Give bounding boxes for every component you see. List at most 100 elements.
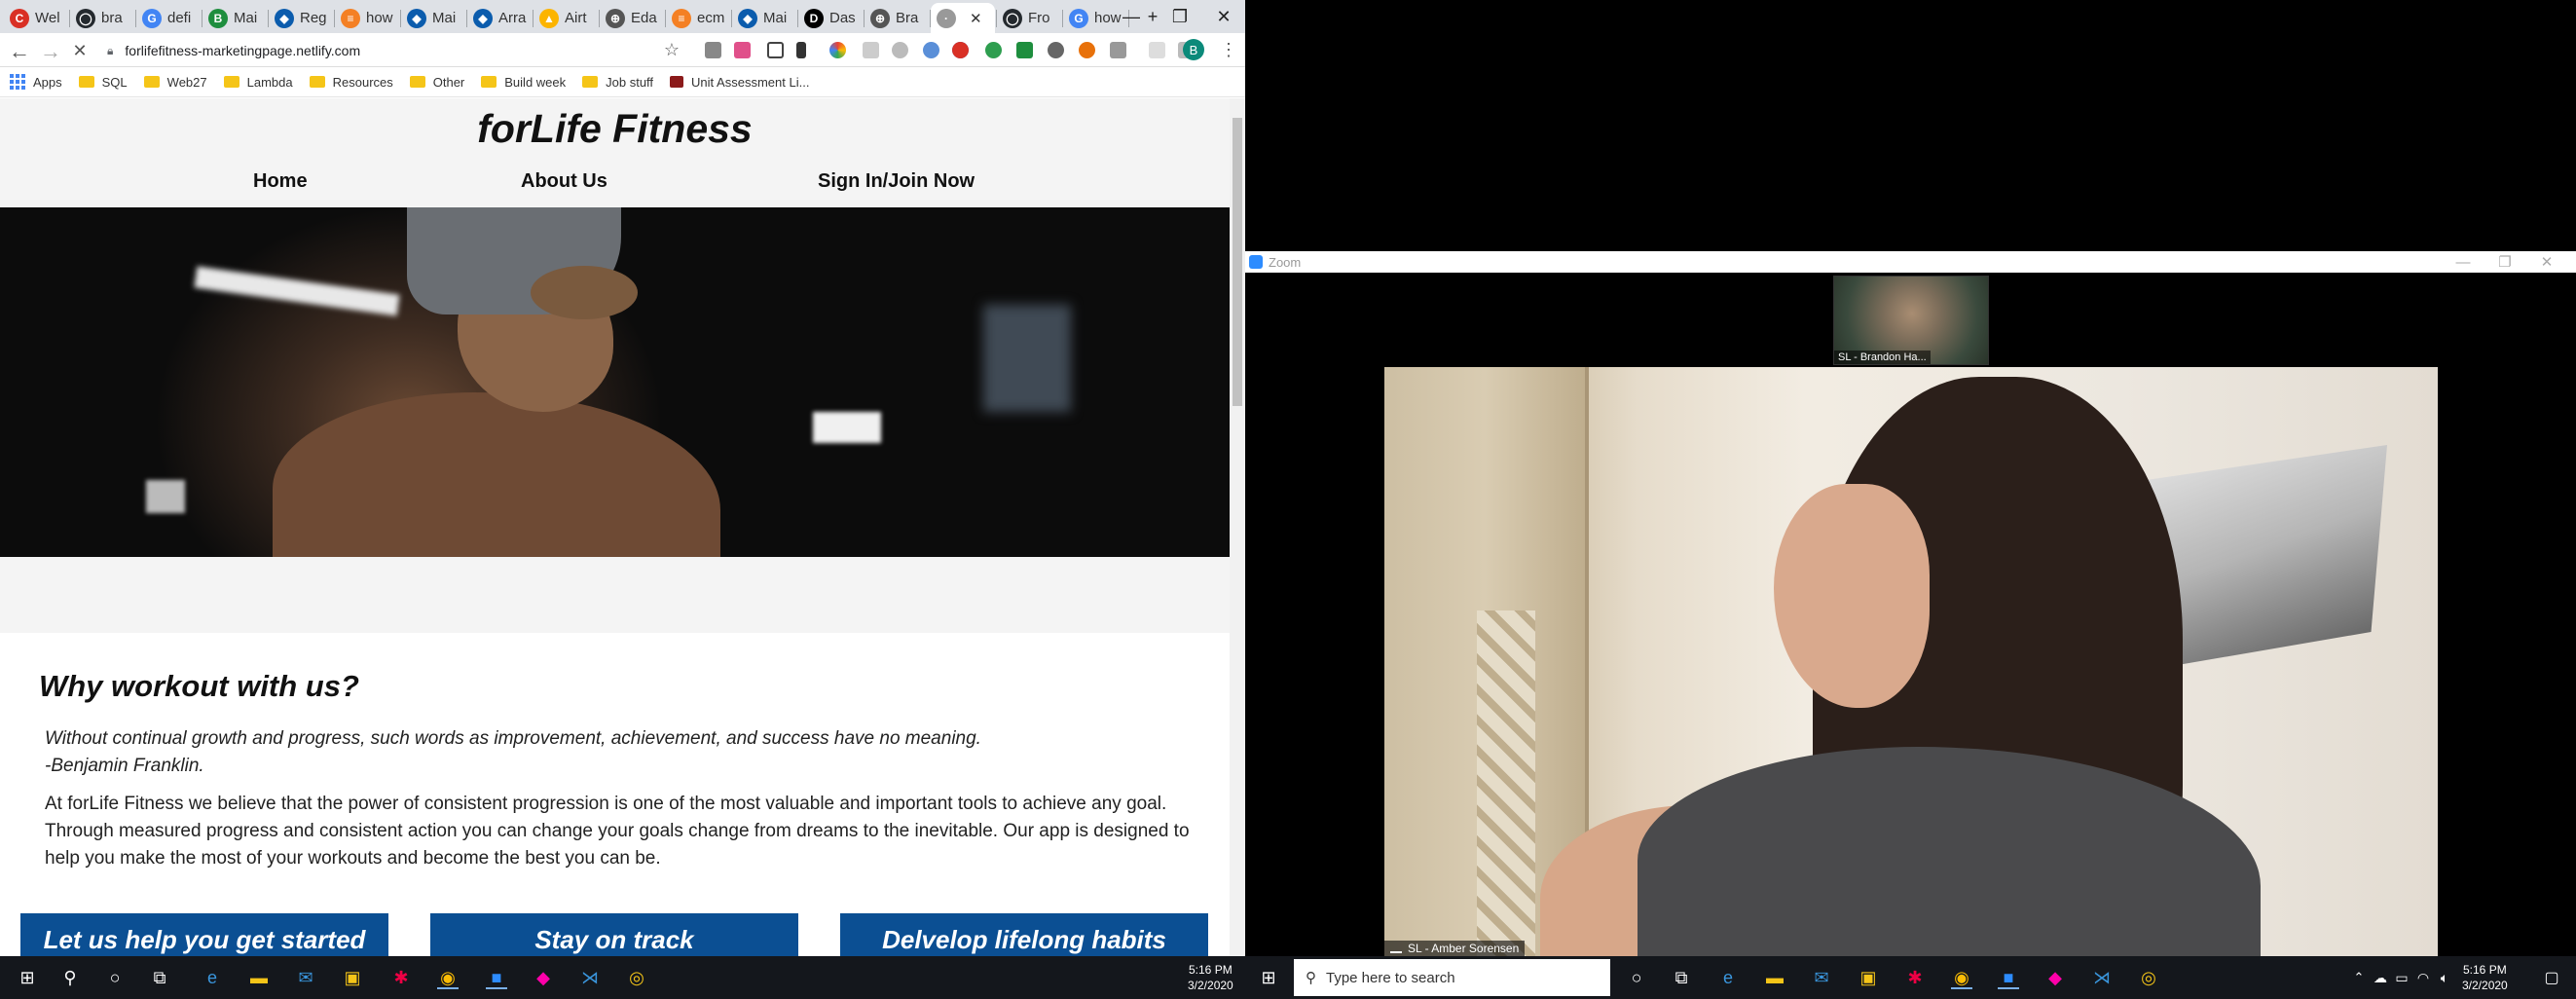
start-icon[interactable]: ⊞: [14, 964, 41, 991]
cortana-icon[interactable]: ○: [101, 964, 129, 991]
desktop: C Wel ◯ bra Gdefi B Mai ◆ Reg ≡ how ◆ Mai ◆ Arra ▲ Airt ⊕…: [0, 0, 2576, 999]
bookmark-item[interactable]: Lambda: [223, 75, 293, 90]
file-explorer-icon[interactable]: ▬: [1761, 964, 1788, 991]
extension-pink-icon[interactable]: [734, 42, 751, 58]
chrome-taskbar-icon[interactable]: ◉: [434, 964, 461, 991]
start-icon[interactable]: ⊞: [1255, 964, 1282, 991]
browser-tab[interactable]: ▲ Airt: [534, 3, 598, 33]
extension-gear-icon[interactable]: [892, 42, 908, 58]
address-bar[interactable]: 🔒︎ forlifefitness-marketingpage.netlify.…: [107, 38, 691, 63]
browser-tab[interactable]: C Wel: [4, 3, 68, 33]
edge-icon[interactable]: e: [1714, 964, 1742, 991]
edge-icon[interactable]: e: [199, 964, 226, 991]
zoom-close-icon[interactable]: ✕: [2527, 251, 2566, 273]
zoom-restore-icon[interactable]: ❐: [2485, 251, 2524, 273]
close-tab-icon[interactable]: ✕: [970, 10, 982, 27]
page-scrollbar[interactable]: [1230, 98, 1245, 956]
active-speaker-video[interactable]: SL - Amber Sorensen: [1384, 367, 2438, 956]
clock-right[interactable]: 5:16 PM 3/2/2020: [2462, 962, 2508, 993]
browser-tab[interactable]: ≡ ecm: [666, 3, 730, 33]
nav-about-us-link[interactable]: About Us: [521, 170, 607, 193]
extension-shield-icon[interactable]: [1048, 42, 1064, 58]
extension-orange-icon[interactable]: [1079, 42, 1095, 58]
task-view-icon[interactable]: ⧉: [1668, 964, 1695, 991]
card-stay-on-track[interactable]: Stay on track: [430, 913, 798, 956]
card-lifelong-habits[interactable]: Delvelop lifelong habits: [840, 913, 1208, 956]
extension-camera-icon[interactable]: [705, 42, 721, 58]
cortana-icon[interactable]: ○: [1623, 964, 1650, 991]
bookmark-item[interactable]: SQL: [78, 75, 128, 90]
bookmark-item[interactable]: Job stuff: [582, 75, 653, 90]
mail-icon[interactable]: ✉: [292, 964, 319, 991]
extension-cursor-icon[interactable]: [796, 42, 806, 58]
bookmark-item[interactable]: Build week: [481, 75, 566, 90]
slack-icon[interactable]: ✱: [387, 964, 415, 991]
extension-doc-icon[interactable]: [1110, 42, 1126, 58]
store-icon[interactable]: ▣: [339, 964, 366, 991]
extension-red-icon[interactable]: [952, 42, 969, 58]
extension-gray-icon[interactable]: [863, 42, 879, 58]
nav-home-link[interactable]: Home: [253, 170, 308, 193]
window-minimize-button[interactable]: —: [1110, 0, 1153, 33]
browser-tab[interactable]: ◆ Arra: [467, 3, 532, 33]
tab-label: bra: [101, 10, 123, 26]
git-icon[interactable]: ◆: [530, 964, 557, 991]
bookmark-item[interactable]: Apps: [10, 74, 62, 90]
back-icon[interactable]: ←: [8, 39, 31, 64]
browser-tab[interactable]: ◆ Mai: [732, 3, 796, 33]
mail-icon[interactable]: ✉: [1808, 964, 1835, 991]
browser-tab[interactable]: ⊕ Bra: [865, 3, 929, 33]
search-icon[interactable]: ⚲: [56, 964, 84, 991]
card-get-started[interactable]: Let us help you get started: [20, 913, 388, 956]
bookmark-item[interactable]: Web27: [143, 75, 207, 90]
extension-menu-icon[interactable]: [1149, 42, 1165, 58]
extension-color-icon[interactable]: [829, 42, 846, 58]
extension-screenshot-icon[interactable]: [767, 42, 784, 58]
store-icon[interactable]: ▣: [1855, 964, 1882, 991]
taskbar-app-icon[interactable]: ◎: [2135, 964, 2162, 991]
chrome-menu-icon[interactable]: ⋮: [1217, 40, 1240, 60]
browser-tab[interactable]: ◯ bra: [70, 3, 134, 33]
vscode-icon[interactable]: ⋊: [576, 964, 604, 991]
profile-avatar[interactable]: B: [1183, 39, 1204, 60]
slack-icon[interactable]: ✱: [1901, 964, 1929, 991]
browser-tab[interactable]: Gdefi: [136, 3, 201, 33]
browser-tab[interactable]: D Das: [798, 3, 863, 33]
browser-tab[interactable]: B Mai: [202, 3, 267, 33]
clock-left[interactable]: 5:16 PM 3/2/2020: [1188, 962, 1233, 993]
extension-blue-icon[interactable]: [923, 42, 939, 58]
zoom-minimize-icon[interactable]: —: [2444, 251, 2483, 273]
about-paragraph: At forLife Fitness we believe that the p…: [45, 794, 1190, 869]
window-close-button[interactable]: ✕: [1202, 0, 1245, 33]
taskbar-search-box[interactable]: ⚲ Type here to search: [1294, 959, 1610, 996]
file-explorer-icon[interactable]: ▬: [245, 964, 273, 991]
browser-tab[interactable]: ◆ Mai: [401, 3, 465, 33]
bookmark-item[interactable]: Resources: [309, 75, 393, 90]
browser-tab[interactable]: ⊕ Eda: [600, 3, 664, 33]
git-icon[interactable]: ◆: [2042, 964, 2069, 991]
scrollbar-thumb[interactable]: [1233, 118, 1242, 406]
notifications-icon[interactable]: ▢: [2538, 964, 2565, 991]
forward-icon[interactable]: →: [39, 39, 62, 64]
participant-thumbnail-video[interactable]: SL - Brandon Ha...: [1833, 276, 1989, 365]
bookmark-item[interactable]: Other: [409, 75, 464, 90]
browser-tab[interactable]: ◆ Reg: [269, 3, 333, 33]
bookmark-item[interactable]: Unit Assessment Li...: [670, 75, 809, 90]
zoom-taskbar-icon[interactable]: ■: [1995, 964, 2022, 991]
zoom-taskbar-icon[interactable]: ■: [483, 964, 510, 991]
bookmark-star-icon[interactable]: ☆: [660, 40, 683, 60]
browser-tab[interactable]: ◯ Fro: [997, 3, 1061, 33]
browser-tab[interactable]: · ✕: [931, 3, 995, 33]
extension-green-badge-icon[interactable]: [985, 42, 1002, 58]
window-restore-button[interactable]: ❐: [1159, 0, 1201, 33]
tab-favicon-icon: G: [142, 8, 162, 28]
task-view-icon[interactable]: ⧉: [146, 964, 173, 991]
volume-icon[interactable]: 🔈︎: [2431, 964, 2458, 991]
stop-loading-icon[interactable]: ✕: [68, 41, 92, 61]
taskbar-app-icon[interactable]: ◎: [623, 964, 650, 991]
vscode-icon[interactable]: ⋊: [2088, 964, 2116, 991]
extension-check-icon[interactable]: [1016, 42, 1033, 58]
chrome-taskbar-icon[interactable]: ◉: [1948, 964, 1975, 991]
nav-sign-in-link[interactable]: Sign In/Join Now: [818, 170, 975, 193]
browser-tab[interactable]: ≡ how: [335, 3, 399, 33]
